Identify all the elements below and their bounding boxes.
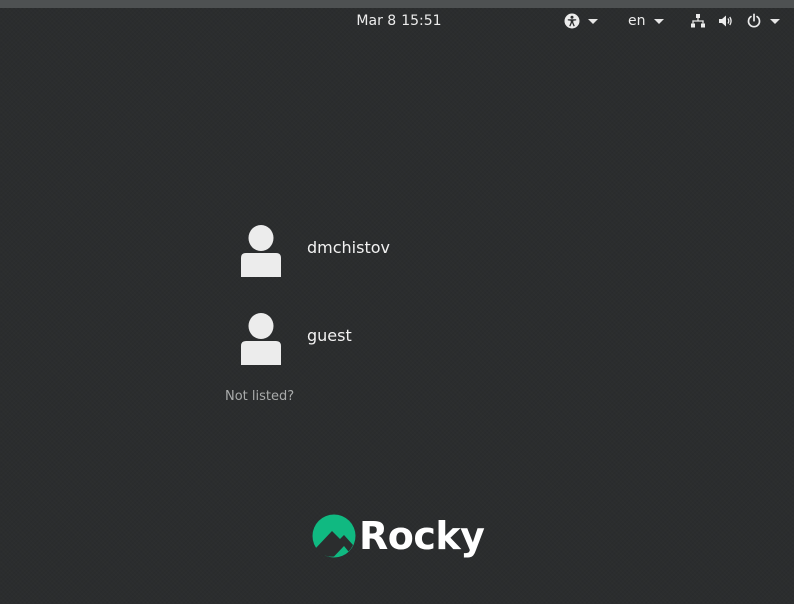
top-bar: Mar 8 15:51 en bbox=[0, 8, 794, 34]
date-time-menu[interactable]: Mar 8 15:51 bbox=[340, 12, 458, 30]
accessibility-menu[interactable] bbox=[564, 8, 598, 34]
user-name: guest bbox=[307, 326, 352, 345]
chevron-down-icon bbox=[770, 18, 780, 24]
chevron-down-icon bbox=[588, 18, 598, 24]
not-listed-link[interactable]: Not listed? bbox=[225, 388, 294, 405]
date-label: Mar 8 bbox=[356, 13, 397, 29]
rocky-logo-icon bbox=[312, 514, 356, 562]
rocky-logo-text: Rocky bbox=[359, 514, 485, 558]
language-label: en bbox=[628, 13, 646, 29]
chevron-down-icon bbox=[653, 18, 664, 24]
login-screen: Mar 8 15:51 en dmchistov guest Not liste… bbox=[0, 0, 794, 604]
power-icon bbox=[746, 13, 762, 29]
user-item-guest[interactable]: guest bbox=[240, 312, 440, 366]
avatar-icon bbox=[240, 224, 282, 278]
user-item-dmchistov[interactable]: dmchistov bbox=[240, 224, 440, 278]
time-label: 15:51 bbox=[401, 13, 442, 29]
user-name: dmchistov bbox=[307, 238, 390, 257]
accessibility-icon bbox=[564, 13, 580, 29]
avatar-icon bbox=[240, 312, 282, 366]
system-menu[interactable] bbox=[690, 8, 780, 34]
language-menu[interactable]: en bbox=[628, 8, 664, 34]
top-strip bbox=[0, 0, 794, 8]
network-icon bbox=[690, 13, 706, 29]
rocky-logo: Rocky bbox=[312, 512, 487, 560]
volume-icon bbox=[718, 13, 734, 29]
